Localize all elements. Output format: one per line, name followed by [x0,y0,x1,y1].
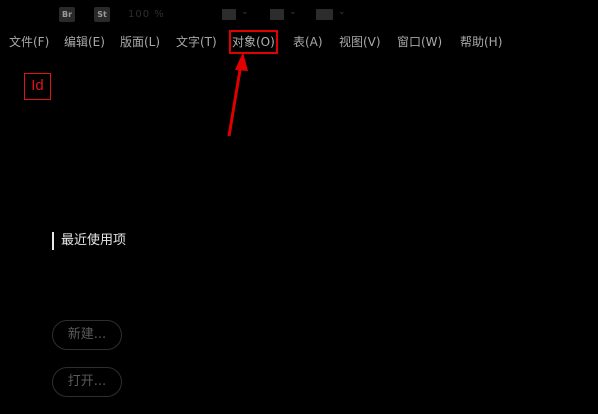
recent-files-heading: 最近使用项 [52,232,126,250]
open-document-button[interactable]: 打开... [52,367,122,397]
red-arrow-icon [227,52,248,137]
new-document-button[interactable]: 新建... [52,320,122,350]
indesign-logo: Id [24,73,51,100]
